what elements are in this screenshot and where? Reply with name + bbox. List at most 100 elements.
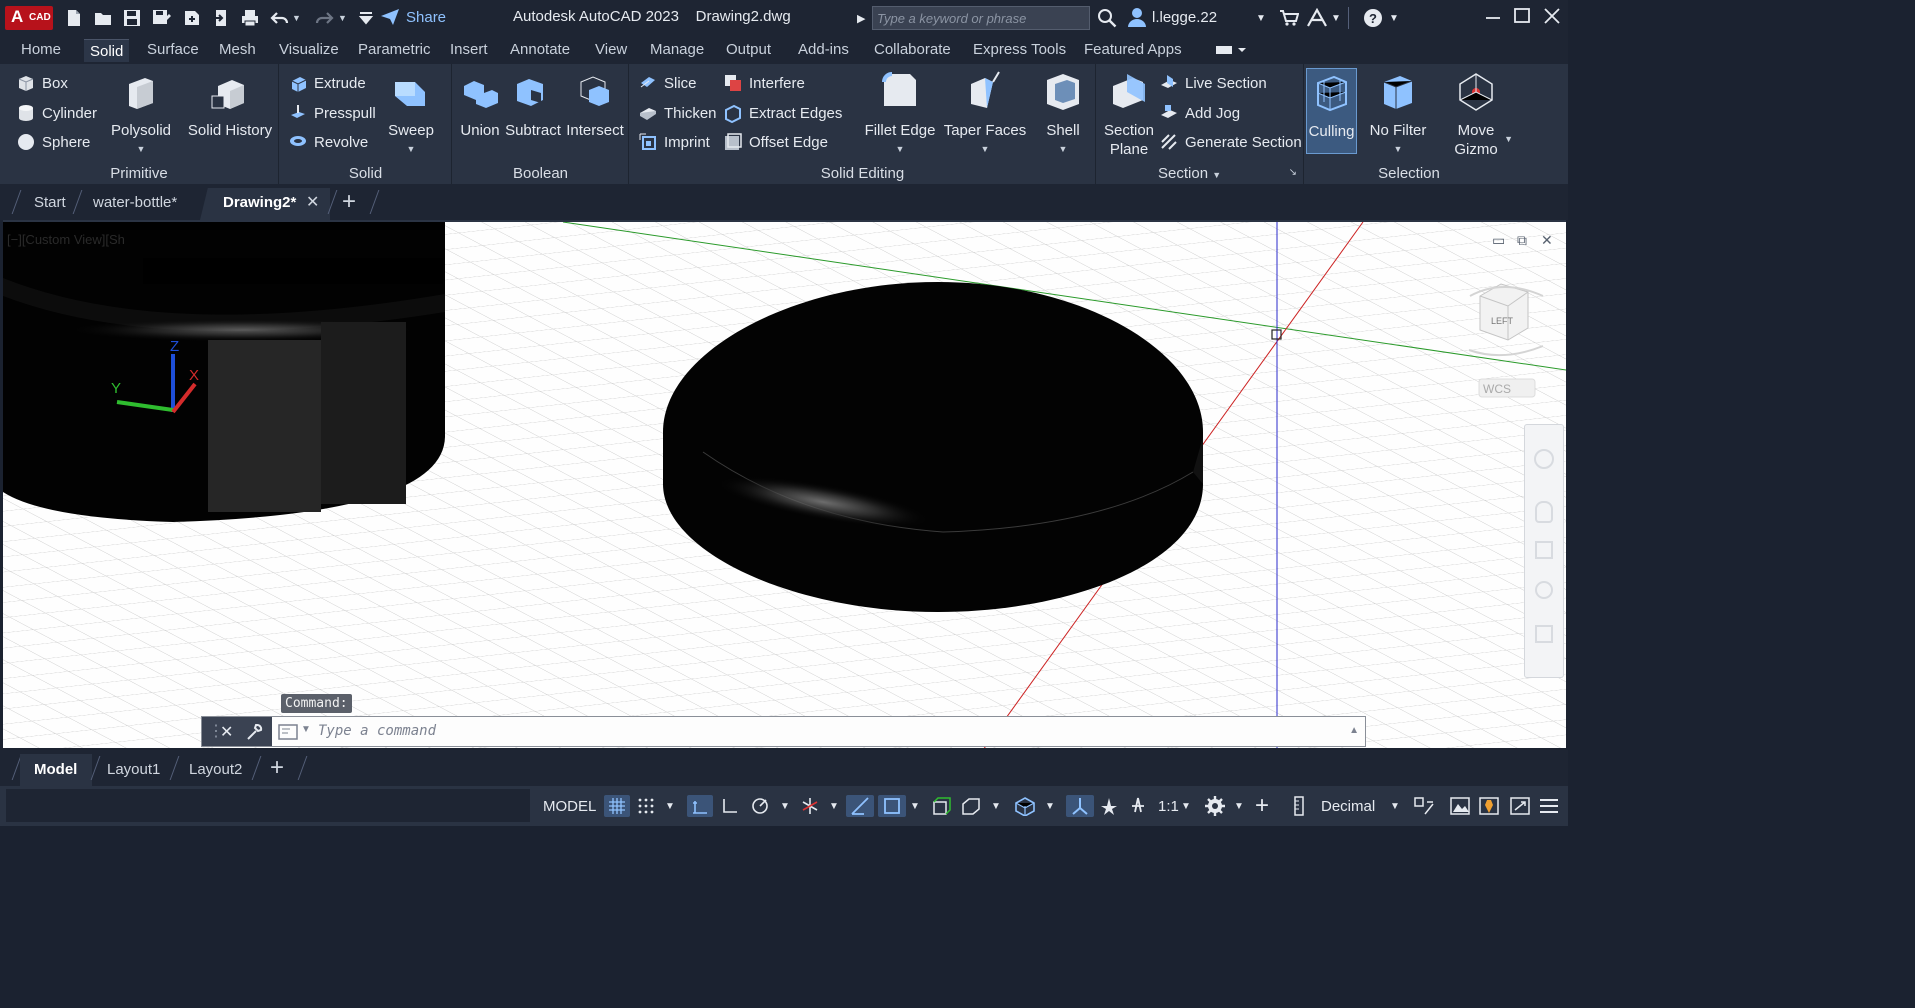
undo-dropdown-icon[interactable]: ▼ (292, 8, 304, 28)
graphics-performance-icon[interactable] (1449, 795, 1471, 817)
extract-edges-button[interactable]: Extract Edges (723, 102, 842, 124)
search-input[interactable]: Type a keyword or phrase (872, 6, 1090, 30)
presspull-button[interactable]: Presspull (288, 102, 376, 124)
help-icon[interactable]: ? (1363, 7, 1383, 29)
file-tab-drawing2[interactable]: Drawing2* (223, 194, 296, 211)
workspace-dropdown-icon[interactable]: ▼ (1234, 795, 1244, 817)
polar-tracking-icon[interactable] (750, 795, 770, 817)
tab-solid[interactable]: Solid (84, 39, 130, 62)
tab-mesh[interactable]: Mesh (219, 41, 256, 58)
object-snap-dropdown-icon[interactable]: ▼ (910, 795, 920, 817)
tab-add-ins[interactable]: Add-ins (798, 41, 849, 58)
isolate-objects-icon[interactable] (1478, 795, 1500, 817)
share-button[interactable]: Share (380, 8, 446, 26)
export-icon[interactable] (211, 8, 231, 28)
user-dropdown-icon[interactable]: ▼ (1256, 7, 1266, 29)
tab-output[interactable]: Output (726, 41, 771, 58)
ribbon-minimize-icon[interactable] (1216, 43, 1246, 60)
search-icon[interactable] (1097, 7, 1117, 29)
close-icon[interactable] (1542, 6, 1566, 28)
save-icon[interactable] (122, 8, 142, 28)
slice-button[interactable]: Slice (638, 72, 697, 94)
grid-display-icon[interactable] (604, 795, 630, 817)
sphere-button[interactable]: Sphere (16, 131, 90, 153)
move-gizmo-button[interactable]: Move Gizmo ▼ (1445, 70, 1513, 159)
annotation-monitor-icon[interactable]: + (1255, 792, 1269, 819)
generate-section-button[interactable]: Generate Section (1159, 131, 1302, 153)
tab-manage[interactable]: Manage (650, 41, 704, 58)
shell-dropdown-icon[interactable]: ▼ (1036, 140, 1090, 159)
taper-faces-dropdown-icon[interactable]: ▼ (942, 140, 1028, 159)
no-filter-dropdown-icon[interactable]: ▼ (1367, 140, 1429, 159)
isometric-drafting-icon[interactable] (800, 795, 820, 817)
layout-tab-model[interactable]: Model (34, 761, 77, 778)
viewport-close-icon[interactable]: ✕ (1541, 232, 1553, 249)
showmotion-icon[interactable] (1535, 625, 1553, 643)
zoom-icon[interactable] (1535, 541, 1553, 559)
sweep-button[interactable]: Sweep ▼ (386, 70, 436, 159)
fillet-edge-button[interactable]: Fillet Edge ▼ (852, 70, 948, 159)
command-history-icon[interactable]: ▲ (1349, 725, 1359, 736)
command-input[interactable]: Type a command (318, 723, 436, 739)
recent-commands-dropdown-icon[interactable]: ▼ (301, 724, 311, 735)
infer-constraints-icon[interactable] (687, 795, 713, 817)
command-line[interactable]: ⋮ ✕ ▼ Type a command ▲ (201, 716, 1366, 747)
selection-filter-icon[interactable] (1013, 795, 1037, 817)
ortho-mode-icon[interactable] (721, 795, 739, 817)
interfere-button[interactable]: Interfere (723, 72, 805, 94)
close-tab-icon[interactable]: ✕ (306, 192, 319, 212)
revolve-button[interactable]: Revolve (288, 131, 368, 153)
file-tab-water-bottle[interactable]: water-bottle* (93, 194, 177, 211)
section-panel-launcher-icon[interactable]: ↘ (1289, 167, 1297, 178)
drawing-viewport[interactable]: Z Y X LEFT WCS [−][Custom View][Sh ▭ ⧉ ✕ (3, 220, 1566, 748)
viewport-restore-icon[interactable]: ⧉ (1517, 232, 1527, 249)
polysolid-button[interactable]: Polysolid ▼ (109, 70, 173, 159)
tab-annotate[interactable]: Annotate (510, 41, 570, 58)
viewport-controls-label[interactable]: [−][Custom View][Sh (7, 232, 125, 247)
open-folder-icon[interactable] (93, 8, 113, 28)
customize-toolbar-icon[interactable] (356, 8, 376, 28)
annotation-autoscale-icon[interactable] (1128, 795, 1148, 817)
annotation-scale-dropdown-icon[interactable]: ▼ (1181, 795, 1191, 817)
move-gizmo-dropdown-icon[interactable]: ▼ (1504, 130, 1513, 149)
tab-collaborate[interactable]: Collaborate (874, 41, 951, 58)
customization-menu-icon[interactable] (1539, 795, 1559, 817)
intersect-button[interactable]: Intersect (565, 70, 625, 140)
layout-tab-layout1[interactable]: Layout1 (107, 761, 160, 778)
tab-insert[interactable]: Insert (450, 41, 488, 58)
subtract-button[interactable]: Subtract (503, 70, 563, 140)
new-layout-icon[interactable]: + (270, 754, 284, 782)
snap-mode-icon[interactable] (637, 795, 655, 817)
expand-arrow-icon[interactable]: ▶ (857, 7, 865, 29)
add-jog-button[interactable]: Add Jog (1159, 102, 1240, 124)
tab-parametric[interactable]: Parametric (358, 41, 431, 58)
new-tab-icon[interactable]: + (342, 188, 356, 216)
fillet-edge-dropdown-icon[interactable]: ▼ (852, 140, 948, 159)
tab-view[interactable]: View (595, 41, 627, 58)
navigation-bar[interactable] (1524, 424, 1564, 678)
3d-object-snap-icon[interactable] (930, 795, 952, 817)
command-close-icon[interactable]: ✕ (220, 722, 233, 742)
cylinder-button[interactable]: Cylinder (16, 102, 97, 124)
autodesk-app-icon[interactable] (1306, 7, 1328, 29)
redo-icon[interactable] (314, 8, 334, 28)
tab-featured-apps[interactable]: Featured Apps (1084, 41, 1182, 58)
new-file-icon[interactable] (64, 8, 84, 28)
selection-filter-dropdown-icon[interactable]: ▼ (1045, 795, 1055, 817)
dynamic-ucs-icon[interactable] (960, 795, 982, 817)
left-solid[interactable] (3, 222, 445, 522)
model-space[interactable]: Z Y X LEFT WCS (3, 222, 1566, 748)
annotation-scale[interactable]: 1:1 (1158, 795, 1179, 817)
culling-button[interactable]: Culling (1306, 68, 1357, 154)
dynamic-ucs-dropdown-icon[interactable]: ▼ (991, 795, 1001, 817)
user-account[interactable]: l.legge.22 (1128, 7, 1217, 27)
layout-tab-layout2[interactable]: Layout2 (189, 761, 242, 778)
right-solid[interactable] (663, 282, 1203, 612)
open-web-icon[interactable] (182, 8, 202, 28)
polar-dropdown-icon[interactable]: ▼ (780, 795, 790, 817)
units-icon[interactable] (1293, 795, 1305, 817)
maximize-icon[interactable] (1512, 6, 1536, 28)
clean-screen-icon[interactable] (1509, 795, 1531, 817)
tab-surface[interactable]: Surface (147, 41, 199, 58)
sweep-dropdown-icon[interactable]: ▼ (386, 140, 436, 159)
